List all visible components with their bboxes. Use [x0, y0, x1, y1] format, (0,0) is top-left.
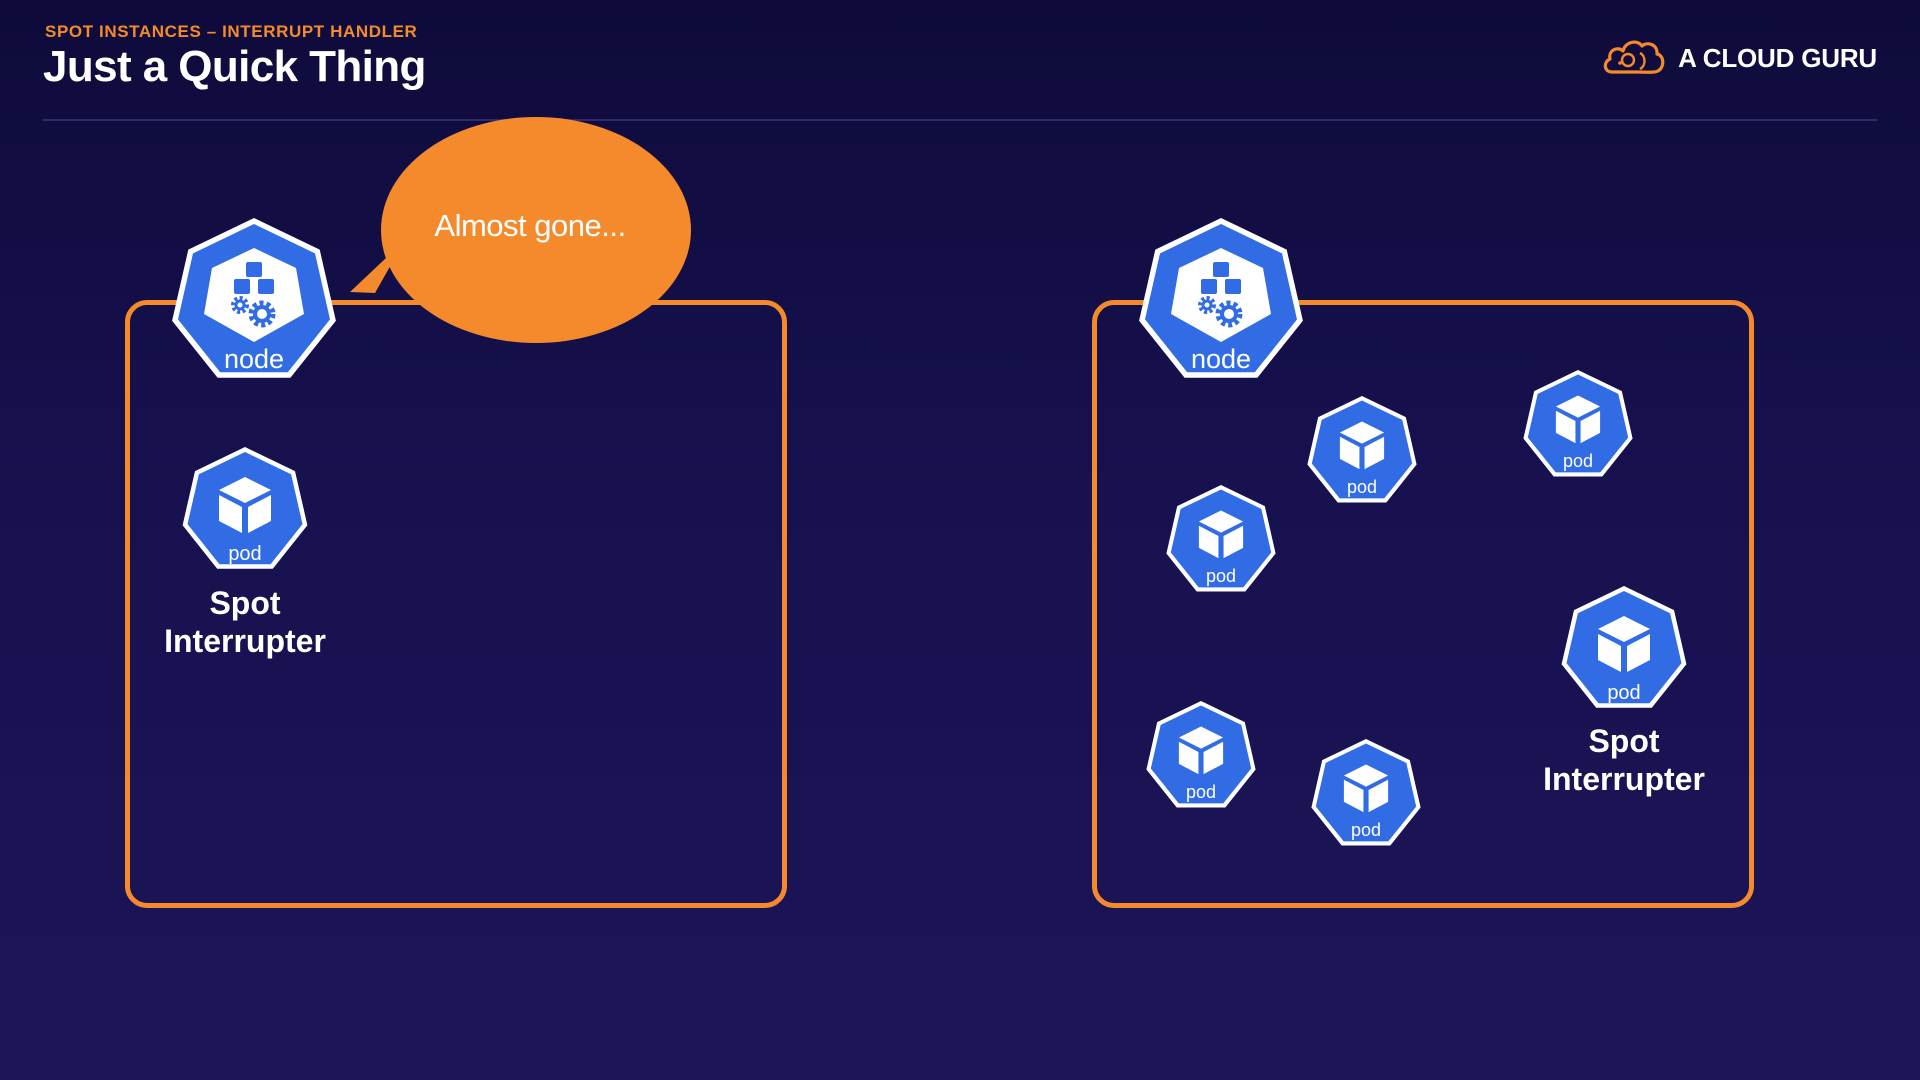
left-node-icon: node: [168, 216, 340, 388]
caption-line-2: Interrupter: [164, 623, 326, 659]
pod-icon: pod: [1521, 369, 1635, 483]
pod-label: pod: [228, 543, 262, 565]
spot-interrupter-pod-icon: pod: [179, 445, 311, 577]
spot-interrupter-caption: Spot Interrupter: [1519, 722, 1729, 798]
caption-line-1: Spot: [1588, 723, 1660, 759]
pod-label: pod: [1350, 820, 1382, 840]
header-divider: [43, 119, 1877, 121]
pod-label: pod: [1185, 782, 1217, 802]
slide-title: Just a Quick Thing: [43, 42, 426, 91]
pod-label: pod: [1562, 451, 1594, 471]
spot-interrupter-pod-icon: pod: [1558, 584, 1690, 716]
pod-label: pod: [1205, 566, 1237, 586]
brand-name: A CLOUD GURU: [1678, 43, 1877, 73]
speech-bubble-text: Almost gone...: [434, 208, 626, 243]
node-label: node: [1190, 344, 1252, 374]
pod-icon: pod: [1164, 484, 1278, 598]
pod-label: pod: [1607, 682, 1641, 704]
pod-icon: pod: [1305, 395, 1419, 509]
right-node-icon: node: [1135, 216, 1307, 388]
caption-line-1: Spot: [209, 585, 281, 621]
cloud-logo-icon: [1602, 36, 1666, 81]
caption-line-2: Interrupter: [1543, 761, 1705, 797]
spot-interrupter-caption: Spot Interrupter: [140, 584, 350, 660]
slide-kicker: SPOT INSTANCES – INTERRUPT HANDLER: [45, 22, 418, 41]
pod-label: pod: [1346, 477, 1378, 497]
node-label: node: [223, 344, 285, 374]
pod-icon: pod: [1144, 700, 1258, 814]
pod-icon: pod: [1309, 738, 1423, 852]
brand-logo: A CLOUD GURU: [1602, 36, 1877, 81]
